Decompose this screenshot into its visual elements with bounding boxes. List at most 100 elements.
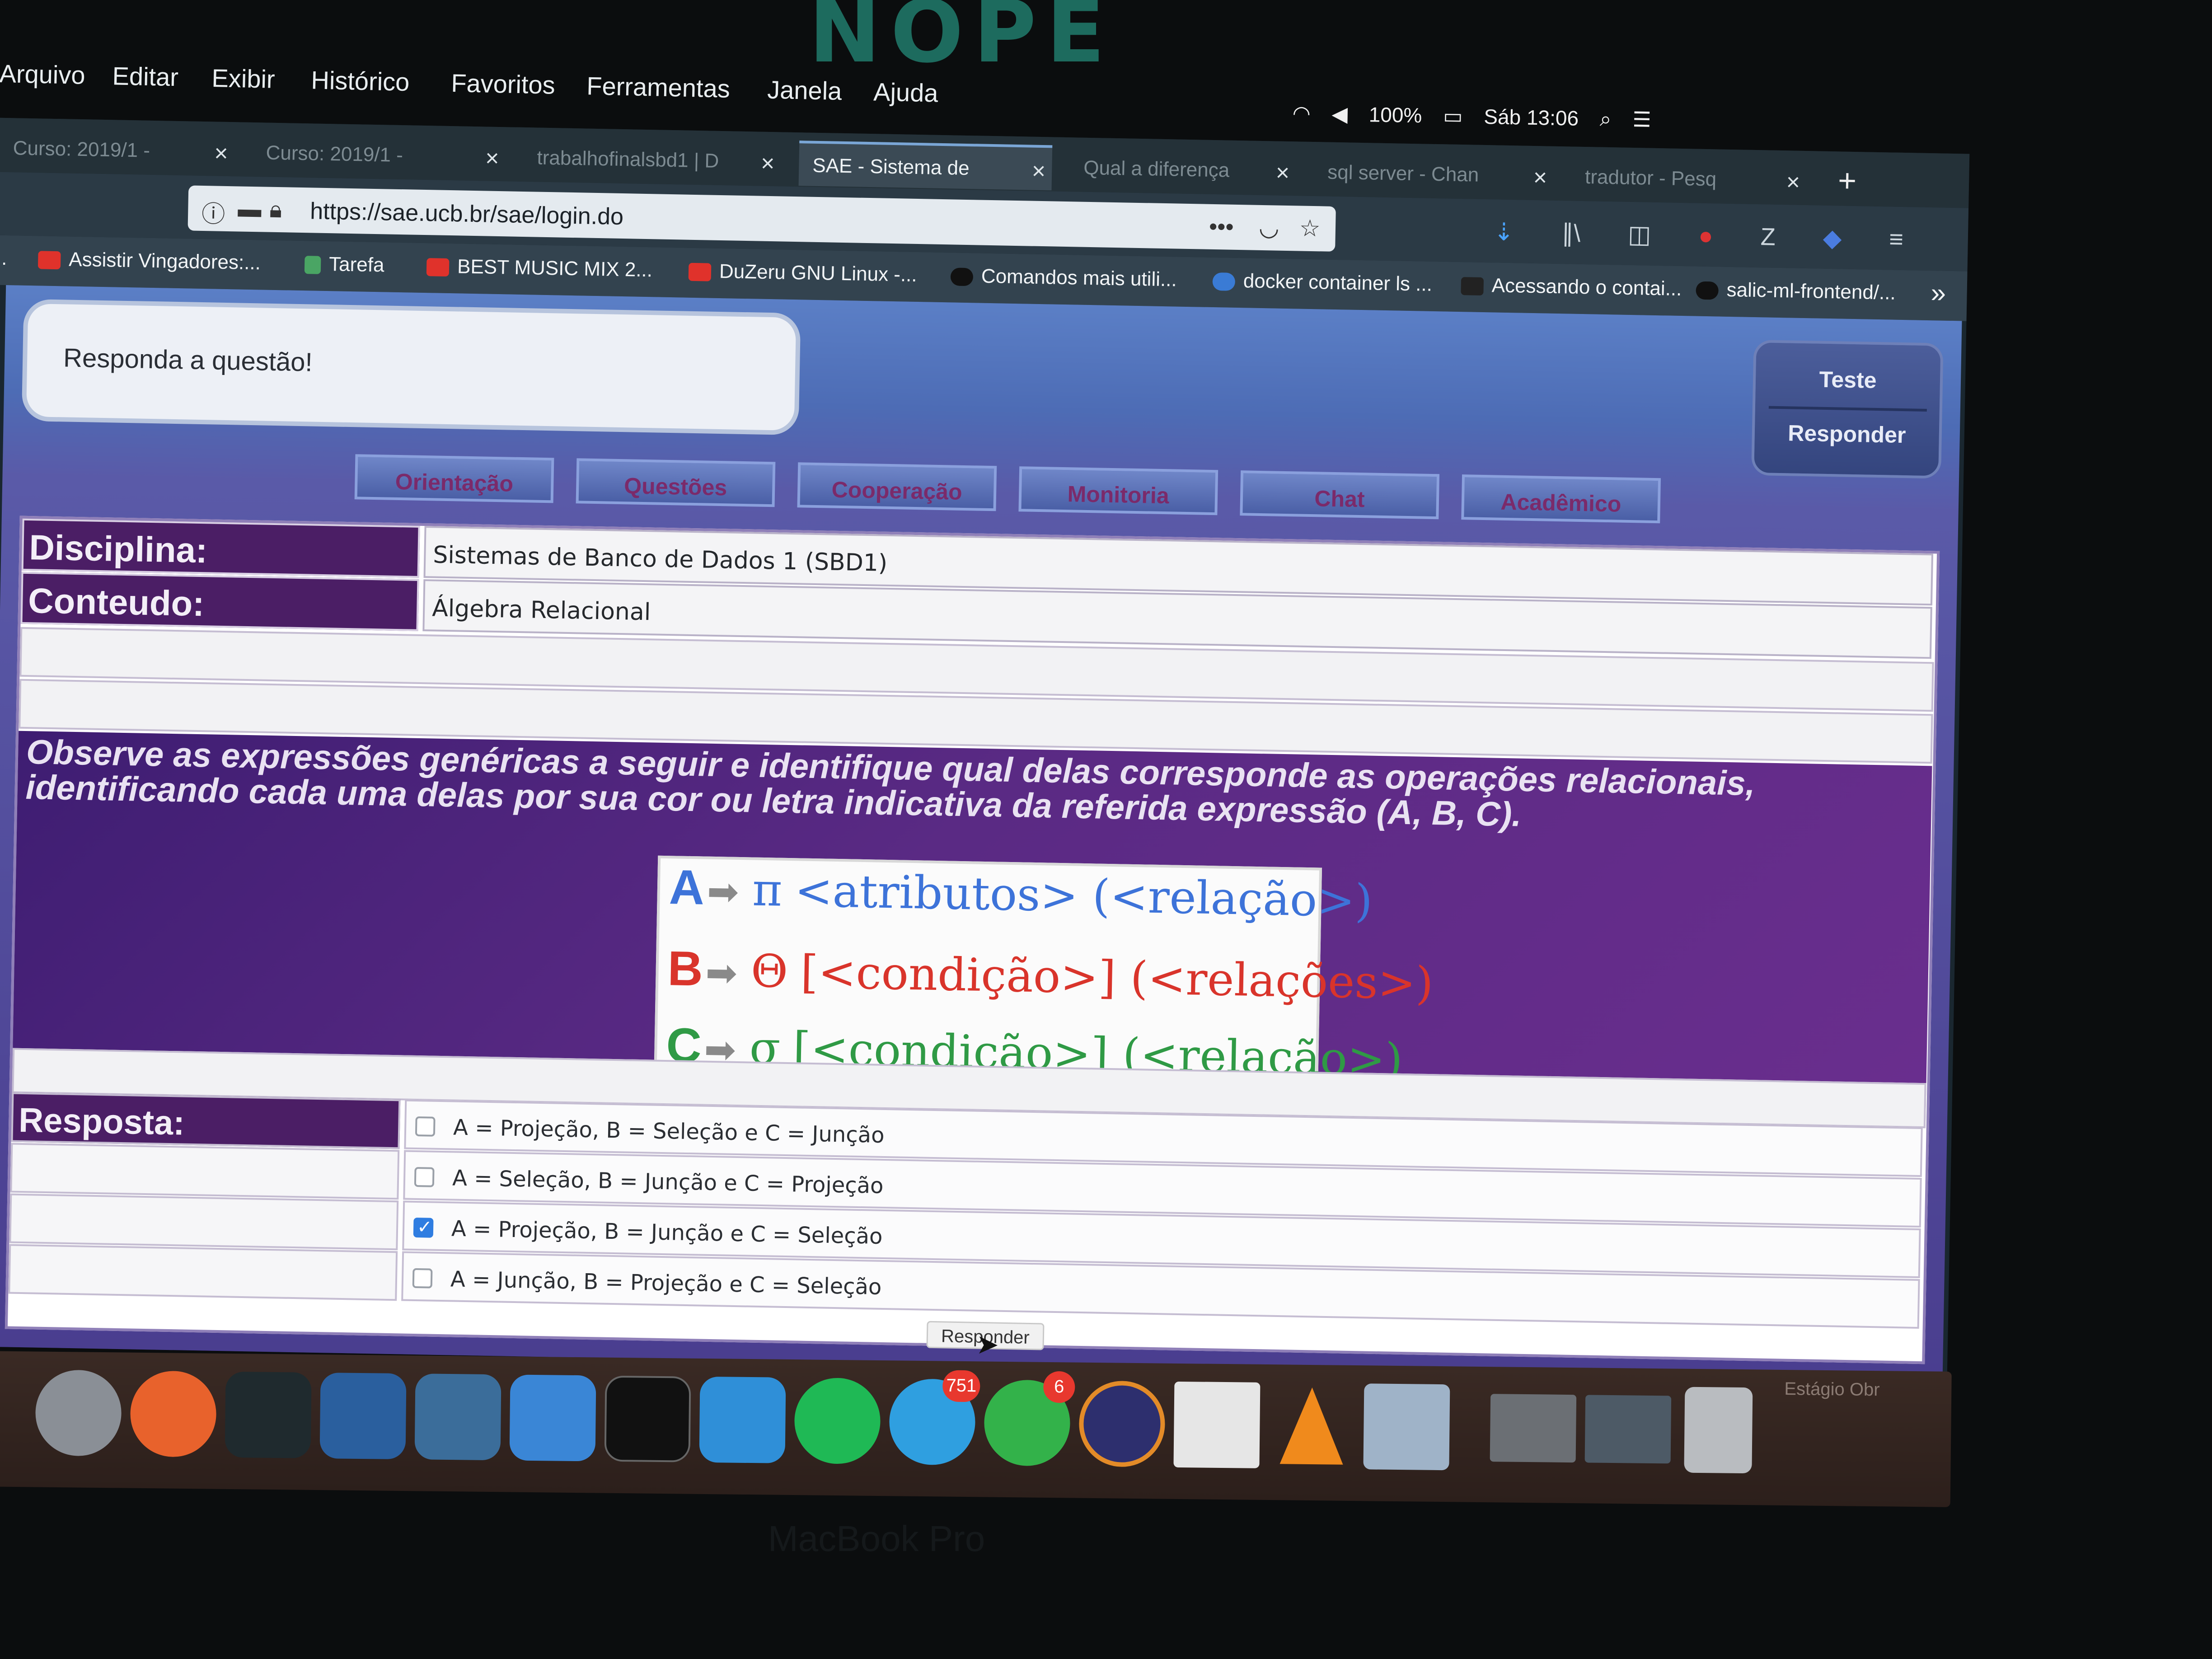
browser-tab[interactable]: Curso: 2019/1 - × (0, 126, 235, 176)
url-text[interactable]: https://sae.ucb.br/sae/login.do (310, 197, 624, 230)
bookmarks-overflow-icon[interactable]: » (1931, 277, 1946, 309)
screenshot-thumb-icon[interactable] (1490, 1394, 1577, 1463)
close-icon[interactable]: × (761, 150, 775, 178)
youtube-icon (426, 258, 450, 277)
browser-tab[interactable]: trabalhofinalsbd1 | D × (523, 136, 782, 185)
menu-janela[interactable]: Janela (767, 75, 842, 106)
eclipse-icon[interactable] (1078, 1380, 1166, 1467)
browser-tab[interactable]: Curso: 2019/1 - × (252, 131, 506, 180)
whatsapp-icon[interactable]: 6 (984, 1371, 1075, 1467)
close-icon[interactable]: × (1533, 164, 1547, 192)
browser-tab[interactable]: tradutor - Pesq × (1571, 155, 1807, 205)
dock-folder-label[interactable]: Estágio Obr (1784, 1379, 1880, 1400)
option-checkbox[interactable] (415, 1116, 436, 1137)
tab-label: Curso: 2019/1 - (266, 141, 403, 167)
tab-orientacao[interactable]: Orientação (354, 454, 554, 503)
download-icon[interactable]: ⇣ (1493, 218, 1514, 246)
vscode-icon[interactable] (319, 1373, 407, 1460)
menu-ferramentas[interactable]: Ferramentas (586, 71, 731, 103)
menu-ajuda[interactable]: Ajuda (873, 77, 939, 108)
option-label[interactable]: A = Junção, B = Projeção e C = Seleção (450, 1266, 882, 1299)
lock-warning-icon[interactable]: 🔒︎ (269, 196, 282, 224)
extension-z-icon[interactable]: Z (1760, 223, 1776, 251)
trash-icon[interactable] (1684, 1387, 1753, 1474)
tab-label: SAE - Sistema de (812, 154, 970, 180)
os-status-bar: ◠ ◀ 100% ▭ Sáb 13:06 ⌕ ☰ (1292, 101, 1667, 133)
wifi-icon[interactable]: ◠ (1292, 101, 1311, 125)
pycharm-icon[interactable] (225, 1371, 312, 1458)
close-icon[interactable]: × (1275, 159, 1289, 187)
bookmark-item[interactable]: BEST MUSIC MIX 2... (426, 255, 652, 281)
launchpad-icon[interactable] (35, 1369, 122, 1457)
preview-icon[interactable] (1363, 1383, 1450, 1471)
tab-label: Curso: 2019/1 - (13, 137, 150, 162)
tab-chat[interactable]: Chat (1240, 470, 1440, 520)
battery-percent[interactable]: 100% (1368, 103, 1422, 127)
library-icon[interactable]: ∥\ (1561, 220, 1581, 247)
menu-historico[interactable]: Histórico (311, 65, 410, 97)
tab-academico[interactable]: Acadêmico (1461, 474, 1661, 524)
option-label[interactable]: A = Projeção, B = Junção e C = Seleção (451, 1216, 883, 1249)
browser-tab-active[interactable]: SAE - Sistema de × (798, 141, 1053, 191)
bookmark-item[interactable]: d... (0, 247, 7, 270)
more-actions-icon[interactable]: ••• (1209, 213, 1234, 241)
option-checkbox-checked[interactable] (413, 1217, 434, 1238)
info-icon[interactable]: ⓘ (202, 195, 225, 229)
bookmark-item[interactable]: DuZeru GNU Linux -... (688, 260, 917, 286)
menu-favoritos[interactable]: Favoritos (451, 68, 556, 100)
bookmark-item[interactable]: Assistir Vingadores:... (37, 248, 261, 274)
clock[interactable]: Sáb 13:06 (1484, 105, 1579, 130)
tab-questoes[interactable]: Questões (576, 458, 776, 507)
bookmark-star-icon[interactable]: ☆ (1299, 215, 1321, 242)
option-label[interactable]: A = Projeção, B = Seleção e C = Junção (453, 1115, 885, 1148)
test-respond-panel[interactable]: Teste Responder (1751, 339, 1944, 479)
new-tab-icon[interactable]: + (1824, 159, 1879, 206)
bookmark-item[interactable]: docker container ls ... (1212, 269, 1432, 296)
responder-side-label[interactable]: Responder (1754, 419, 1939, 449)
firefox-icon[interactable] (130, 1370, 217, 1457)
teste-label[interactable]: Teste (1756, 365, 1940, 394)
volume-icon[interactable]: ◀ (1331, 102, 1348, 126)
folder-icon: ▬ (237, 196, 262, 223)
close-icon[interactable]: × (214, 140, 228, 167)
bookmark-item[interactable]: Acessando o contai... (1461, 274, 1682, 300)
adblock-icon[interactable]: ● (1698, 222, 1714, 250)
mysql-workbench-icon[interactable] (414, 1373, 501, 1461)
xcode-icon[interactable] (509, 1374, 596, 1462)
bookmark-label: Comandos mais utili... (981, 265, 1177, 291)
whatsapp-badge: 6 (1043, 1371, 1075, 1403)
tab-cooperacao[interactable]: Cooperação (797, 462, 997, 511)
battery-icon[interactable]: ▭ (1443, 104, 1463, 128)
menu-exibir[interactable]: Exibir (211, 63, 275, 94)
hamburger-menu-icon[interactable]: ≡ (1889, 225, 1904, 253)
terminal-icon[interactable] (604, 1375, 691, 1462)
spotify-icon[interactable] (794, 1378, 881, 1465)
pocket-icon[interactable]: ◡ (1258, 214, 1279, 242)
close-icon[interactable]: × (485, 145, 499, 172)
close-icon[interactable]: × (1786, 169, 1800, 196)
docker-icon[interactable] (699, 1376, 786, 1463)
tab-monitoria[interactable]: Monitoria (1018, 466, 1218, 516)
vlc-icon[interactable] (1268, 1382, 1355, 1469)
telegram-icon[interactable]: 751 (889, 1370, 980, 1466)
option-label[interactable]: A = Seleção, B = Junção e C = Projeção (452, 1165, 884, 1198)
menu-editar[interactable]: Editar (112, 61, 179, 92)
bookmark-item[interactable]: salic-ml-frontend/... (1696, 278, 1896, 305)
reader-icon[interactable]: ◫ (1628, 221, 1651, 248)
translate-icon[interactable]: ◆ (1823, 225, 1842, 252)
option-checkbox[interactable] (414, 1167, 435, 1187)
java-icon[interactable] (1173, 1381, 1261, 1468)
bookmark-item[interactable]: Comandos mais utili... (950, 264, 1177, 291)
spotlight-search-icon[interactable]: ⌕ (1599, 107, 1612, 131)
screen-photo: { "system": { "bezel_logo": "NOPE", "men… (0, 0, 2212, 1659)
browser-tab[interactable]: Qual a diferença × (1069, 145, 1296, 195)
empty-label-cell (8, 1244, 398, 1301)
notification-center-icon[interactable]: ☰ (1632, 108, 1651, 131)
close-icon[interactable]: × (1031, 158, 1045, 185)
menu-arquivo[interactable]: Arquivo (0, 59, 85, 90)
bookmark-item[interactable]: Tarefa (304, 253, 384, 276)
youtube-icon (688, 263, 712, 282)
option-checkbox[interactable] (412, 1268, 433, 1289)
browser-tab[interactable]: sql server - Chan × (1313, 150, 1554, 200)
screenshot-thumb-icon[interactable] (1584, 1395, 1672, 1464)
